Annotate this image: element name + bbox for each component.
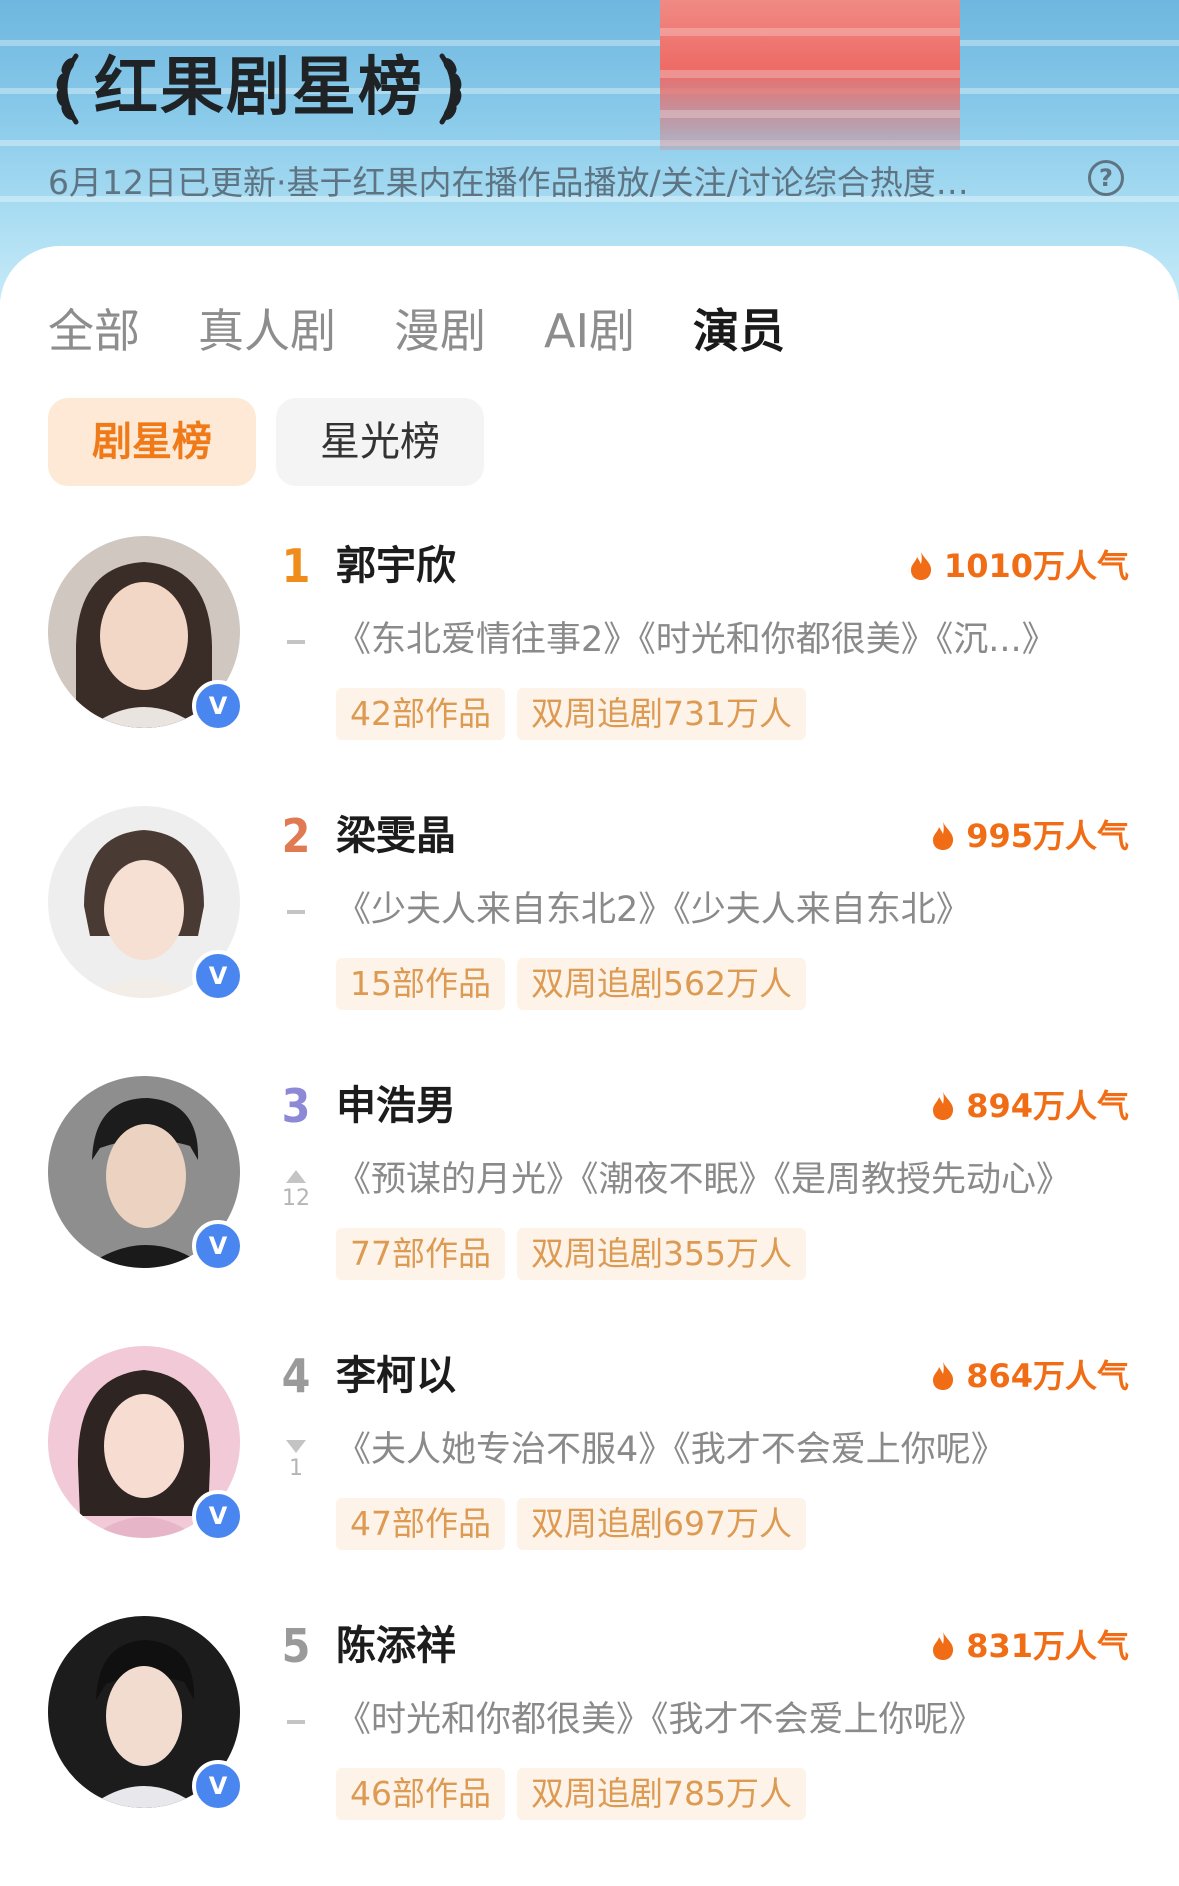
popularity-value: 831万人气	[966, 1627, 1129, 1665]
flame-icon	[910, 552, 932, 580]
works-list: 《预谋的月光》《潮夜不眠》《是周教授先动心》	[336, 1160, 1072, 1200]
popularity: 894万人气	[930, 1082, 1129, 1130]
popularity: 1010万人气	[908, 542, 1129, 590]
followers-tag: 双周追剧731万人	[517, 688, 806, 740]
list-item[interactable]: V 1 郭宇欣 1010万人气 《东北爱情往事2》《时光和你都很美》《沉...》…	[0, 536, 1179, 806]
laurel-right-icon	[439, 53, 462, 125]
followers-tag: 双周追剧355万人	[517, 1228, 806, 1280]
verified-badge: V	[192, 1760, 244, 1812]
carpet-step	[660, 28, 960, 36]
flame-icon	[933, 1092, 954, 1120]
ranking-subtabs: 剧星榜 星光榜	[48, 398, 504, 486]
works-count-tag: 77部作品	[336, 1228, 505, 1280]
page-title: 红果剧星榜	[46, 48, 472, 128]
followers-tag: 双周追剧697万人	[517, 1498, 806, 1550]
rank-change-value: 1	[289, 1456, 303, 1481]
works-count-tag: 47部作品	[336, 1498, 505, 1550]
popularity: 864万人气	[930, 1352, 1129, 1400]
list-item[interactable]: V 2 梁雯晶 995万人气 《少夫人来自东北2》《少夫人来自东北》 15部作品…	[0, 806, 1179, 1076]
verified-badge: V	[192, 1220, 244, 1272]
ranking-card: 全部 真人剧 漫剧 AI剧 演员 剧星榜 星光榜 V 1 郭宇欣 1010万人气…	[0, 246, 1179, 1864]
rank-trend	[280, 882, 312, 914]
rank-number: 4	[281, 1349, 311, 1403]
subtab-starlight-rank[interactable]: 星光榜	[276, 398, 484, 486]
stat-tags: 46部作品 双周追剧785万人	[336, 1768, 818, 1820]
popularity-value: 1010万人气	[943, 547, 1129, 585]
works-count-tag: 42部作品	[336, 688, 505, 740]
verified-badge: V	[192, 1490, 244, 1542]
popularity-value: 894万人气	[966, 1087, 1129, 1125]
update-subtitle: 6月12日已更新·基于红果内在播作品播放/关注/讨论综合热度…	[48, 163, 969, 202]
category-tabs: 全部 真人剧 漫剧 AI剧 演员	[48, 301, 843, 361]
rank-down-icon	[286, 1440, 306, 1453]
actor-name[interactable]: 申浩男	[336, 1076, 456, 1136]
rank-change-value: 12	[282, 1186, 310, 1211]
carpet-step	[660, 70, 960, 78]
stat-tags: 47部作品 双周追剧697万人	[336, 1498, 818, 1550]
works-list: 《夫人她专治不服4》《我才不会爱上你呢》	[336, 1430, 1006, 1470]
flame-icon	[933, 1362, 954, 1390]
no-change-icon	[287, 1720, 305, 1724]
avatar[interactable]: V	[48, 1616, 244, 1812]
banner-stripe	[0, 40, 1179, 46]
actor-name[interactable]: 梁雯晶	[336, 806, 456, 866]
followers-tag: 双周追剧562万人	[517, 958, 806, 1010]
flame-icon	[933, 1632, 954, 1660]
banner-stripe	[0, 140, 1179, 146]
subtab-drama-star-rank[interactable]: 剧星榜	[48, 398, 256, 486]
title-text: 红果剧星榜	[94, 51, 424, 125]
verified-badge: V	[192, 680, 244, 732]
list-item[interactable]: V 4 李柯以 864万人气 1 《夫人她专治不服4》《我才不会爱上你呢》 47…	[0, 1346, 1179, 1616]
works-list: 《少夫人来自东北2》《少夫人来自东北》	[336, 890, 971, 930]
rank-trend: 1	[280, 1422, 312, 1481]
rank-number: 3	[281, 1079, 311, 1133]
popularity: 995万人气	[930, 812, 1129, 860]
flame-icon	[933, 822, 954, 850]
works-list: 《东北爱情往事2》《时光和你都很美》《沉...》	[336, 620, 1057, 660]
actor-ranking-list: V 1 郭宇欣 1010万人气 《东北爱情往事2》《时光和你都很美》《沉...》…	[0, 536, 1179, 1886]
list-item[interactable]: V 3 申浩男 894万人气 12 《预谋的月光》《潮夜不眠》《是周教授先动心》…	[0, 1076, 1179, 1346]
works-count-tag: 46部作品	[336, 1768, 505, 1820]
tab-comic[interactable]: 漫剧	[394, 301, 486, 361]
actor-name[interactable]: 郭宇欣	[336, 536, 456, 596]
rank-number: 2	[281, 809, 311, 863]
tab-actors[interactable]: 演员	[693, 301, 785, 361]
stat-tags: 15部作品 双周追剧562万人	[336, 958, 818, 1010]
tab-live-action[interactable]: 真人剧	[198, 301, 336, 361]
verified-badge: V	[192, 950, 244, 1002]
no-change-icon	[287, 640, 305, 644]
actor-name[interactable]: 李柯以	[336, 1346, 456, 1406]
help-icon[interactable]: ?	[1088, 160, 1124, 196]
stat-tags: 77部作品 双周追剧355万人	[336, 1228, 818, 1280]
popularity: 831万人气	[930, 1622, 1129, 1670]
works-list: 《时光和你都很美》《我才不会爱上你呢》	[336, 1700, 984, 1740]
rank-trend: 12	[280, 1152, 312, 1211]
avatar[interactable]: V	[48, 1346, 244, 1542]
rank-up-icon	[286, 1170, 306, 1183]
no-change-icon	[287, 910, 305, 914]
works-count-tag: 15部作品	[336, 958, 505, 1010]
popularity-value: 995万人气	[966, 817, 1129, 855]
rank-trend	[280, 612, 312, 644]
avatar[interactable]: V	[48, 536, 244, 732]
rank-number: 1	[281, 539, 311, 593]
rank-number: 5	[281, 1619, 311, 1673]
avatar[interactable]: V	[48, 806, 244, 1002]
laurel-left-icon	[56, 53, 79, 125]
stat-tags: 42部作品 双周追剧731万人	[336, 688, 818, 740]
actor-name[interactable]: 陈添祥	[336, 1616, 456, 1676]
tab-all[interactable]: 全部	[48, 301, 140, 361]
tab-ai[interactable]: AI剧	[544, 301, 635, 361]
rank-trend	[280, 1692, 312, 1724]
carpet-step	[660, 110, 960, 118]
list-item[interactable]: V 5 陈添祥 831万人气 《时光和你都很美》《我才不会爱上你呢》 46部作品…	[0, 1616, 1179, 1886]
popularity-value: 864万人气	[966, 1357, 1129, 1395]
avatar[interactable]: V	[48, 1076, 244, 1272]
followers-tag: 双周追剧785万人	[517, 1768, 806, 1820]
